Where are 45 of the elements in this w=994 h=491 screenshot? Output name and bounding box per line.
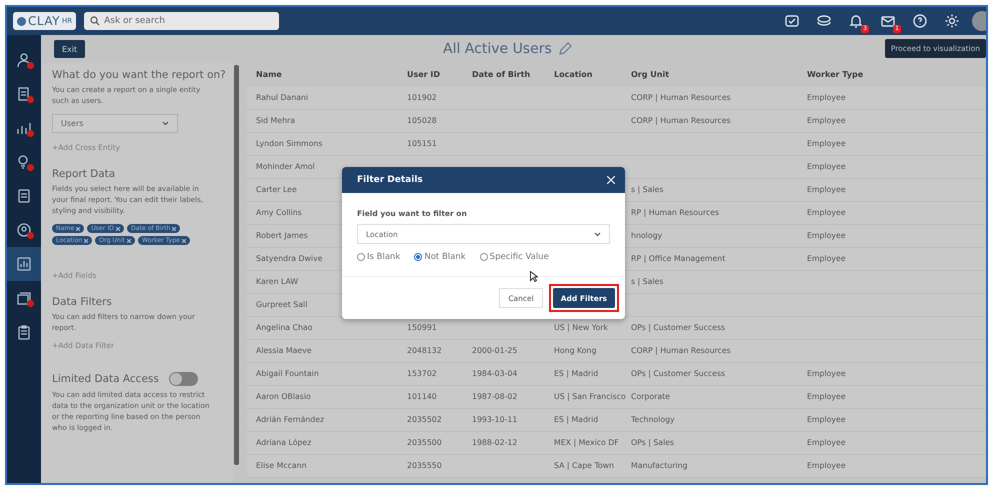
- remove-icon[interactable]: [116, 226, 120, 230]
- entity-select[interactable]: Users: [52, 114, 178, 133]
- report-title: All Active Users: [443, 41, 552, 57]
- section-heading: Data Filters: [52, 296, 113, 308]
- search-field[interactable]: Ask or search: [84, 12, 280, 30]
- section-heading: What do you want the report on?: [52, 69, 227, 81]
- radio-circle[interactable]: [480, 253, 488, 261]
- section-heading: Report Data: [52, 168, 116, 180]
- bell-icon[interactable]: [848, 13, 864, 29]
- sidebar-item[interactable]: [7, 247, 41, 281]
- radio-option[interactable]: Is Blank: [357, 252, 400, 262]
- caret-icon: [594, 232, 601, 236]
- toggle-switch[interactable]: [168, 372, 198, 386]
- caret-icon: [162, 121, 169, 126]
- remove-icon[interactable]: [126, 238, 131, 242]
- stack-icon: [16, 290, 32, 306]
- column-header[interactable]: Worker Type: [798, 63, 898, 87]
- column-header[interactable]: User ID: [398, 63, 463, 87]
- radio-option[interactable]: Not Blank: [414, 252, 466, 262]
- report-icon: [16, 256, 32, 272]
- clipboard-icon: [16, 324, 32, 340]
- tasks-icon[interactable]: [784, 13, 800, 29]
- radio-circle[interactable]: [357, 253, 365, 261]
- remove-icon[interactable]: [172, 226, 176, 230]
- file-icon: [16, 188, 32, 204]
- remove-icon[interactable]: [76, 226, 80, 230]
- column-header[interactable]: Name: [247, 63, 398, 87]
- avatar[interactable]: [972, 11, 986, 31]
- column-header[interactable]: Date of Birth: [463, 63, 545, 87]
- section-heading: Limited Data Access: [52, 373, 159, 385]
- column-header[interactable]: Location: [545, 63, 622, 87]
- column-header[interactable]: Org Unit: [622, 63, 798, 87]
- chart-icon: [16, 120, 32, 136]
- remove-icon[interactable]: [182, 238, 186, 242]
- user-circle-icon: [16, 222, 32, 238]
- close-icon[interactable]: [607, 176, 615, 184]
- help-icon[interactable]: [912, 13, 928, 29]
- exit-button[interactable]: Exit: [54, 40, 86, 58]
- radio-option[interactable]: Specific Value: [480, 252, 549, 262]
- cursor-icon: [530, 271, 538, 282]
- remove-icon[interactable]: [84, 238, 88, 242]
- search-icon: [90, 16, 100, 26]
- dialog-title: Filter Details: [357, 175, 423, 185]
- scrollbar[interactable]: [234, 65, 239, 465]
- radio-circle[interactable]: [414, 253, 422, 261]
